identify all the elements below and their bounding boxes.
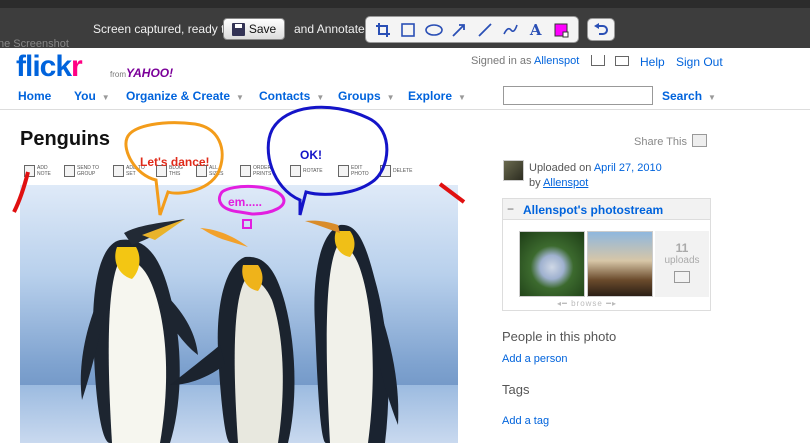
photo-title: Penguins	[20, 128, 111, 150]
pencil-icon	[338, 165, 349, 177]
color-swatch-icon[interactable]	[552, 21, 570, 39]
people-heading: People in this photo	[502, 329, 617, 344]
search-button[interactable]: Search ▼	[662, 89, 716, 103]
add-person-link[interactable]: Add a person	[502, 353, 567, 365]
crop-icon[interactable]	[374, 21, 392, 39]
browse-right-arrow-icon[interactable]: ━▸	[606, 299, 617, 308]
undo-icon	[594, 22, 608, 35]
uploaded-on-text: Uploaded on April 27, 2010	[529, 162, 662, 174]
username-link[interactable]: Allenspot	[534, 55, 579, 67]
share-icon[interactable]	[692, 134, 707, 147]
mail-icon[interactable]	[615, 56, 629, 66]
uploads-count-box[interactable]: 11 uploads	[655, 231, 709, 297]
penguin-left	[80, 219, 198, 443]
printer-icon	[240, 165, 251, 177]
and-annotate-text: and Annotate	[294, 22, 365, 36]
annotation-ok: OK!	[300, 148, 322, 162]
note-icon	[24, 165, 35, 177]
line-icon[interactable]	[476, 21, 494, 39]
thumbnail-flowers[interactable]	[519, 231, 585, 297]
uploads-count: 11	[675, 241, 689, 255]
capture-ghost-text: ne Screenshot	[0, 38, 69, 50]
annotation-lets-dance: Let's dance!	[140, 155, 210, 169]
delete-button[interactable]: DELETE	[380, 165, 417, 177]
nav-organize-create[interactable]: Organize & Create ▼	[126, 89, 244, 103]
nav-groups[interactable]: Groups ▼	[338, 89, 395, 103]
penguin-illustration	[80, 219, 399, 443]
save-button[interactable]: Save	[223, 18, 285, 40]
annotation-em: em.....	[228, 195, 263, 209]
text-icon[interactable]: A	[527, 21, 545, 39]
nav-home[interactable]: Home	[18, 89, 51, 103]
photostream-title[interactable]: Allenspot's photostream	[523, 203, 663, 217]
add-note-button[interactable]: ADD NOTE	[24, 165, 61, 177]
flickr-logo[interactable]: flickr	[16, 51, 83, 83]
uploaded-by-text: by Allenspot	[529, 177, 589, 189]
undo-button[interactable]	[587, 18, 615, 41]
tags-heading: Tags	[502, 382, 530, 397]
rotate-button[interactable]: ROTATE	[290, 165, 327, 177]
yahoo-logo[interactable]: YAHOO!	[126, 66, 173, 80]
rectangle-icon[interactable]	[399, 21, 417, 39]
edit-photo-button[interactable]: EDIT PHOTO	[338, 165, 375, 177]
uploader-link[interactable]: Allenspot	[543, 177, 588, 189]
nav-you[interactable]: You ▼	[74, 89, 110, 103]
photostream-panel: − Allenspot's photostream 11 uploads ◂━ …	[502, 198, 711, 311]
uploaded-date-link[interactable]: April 27, 2010	[594, 162, 662, 174]
main-nav: Home You ▼ Organize & Create ▼ Contacts ▼ G…	[0, 86, 810, 110]
penguin-right	[305, 220, 399, 443]
slideshow-icon	[674, 271, 690, 283]
arrow-icon[interactable]	[450, 21, 468, 39]
capture-status-text: Screen captured, ready to	[93, 22, 232, 36]
penguins-photo[interactable]	[20, 185, 458, 443]
browse-control[interactable]: ◂━ browse ━▸	[519, 299, 655, 308]
add-tag-link[interactable]: Add a tag	[502, 415, 549, 427]
share-this-link[interactable]: Share This	[634, 136, 687, 148]
search-input[interactable]	[503, 86, 653, 105]
from-text: from	[110, 70, 126, 79]
rotate-icon	[290, 165, 301, 177]
avatar[interactable]	[503, 160, 524, 181]
cart-icon[interactable]	[591, 55, 605, 66]
nav-explore[interactable]: Explore ▼	[408, 89, 466, 103]
uploads-label: uploads	[664, 255, 700, 266]
capture-toolbar: ne Screenshot Screen captured, ready to …	[0, 0, 810, 50]
delete-icon	[380, 165, 391, 177]
thumbnail-lighthouse[interactable]	[587, 231, 653, 297]
send-to-group-button[interactable]: SEND TO GROUP	[64, 165, 101, 177]
browse-left-arrow-icon[interactable]: ◂━	[557, 299, 568, 308]
ellipse-icon[interactable]	[424, 21, 443, 39]
photo-actions: ADD NOTE SEND TO GROUP ADD TO SET BLOG T…	[20, 165, 440, 185]
save-label: Save	[248, 22, 277, 36]
order-prints-button[interactable]: ORDER PRINTS	[240, 165, 277, 177]
set-icon	[113, 165, 124, 177]
group-icon	[64, 165, 75, 177]
nav-divider	[0, 109, 810, 110]
help-link[interactable]: Help	[640, 55, 665, 69]
floppy-disk-icon	[231, 22, 245, 36]
photostream-header: − Allenspot's photostream	[503, 199, 710, 220]
nav-contacts[interactable]: Contacts ▼	[259, 89, 324, 103]
collapse-icon[interactable]: −	[507, 202, 514, 216]
annotation-tools: A	[365, 16, 579, 43]
signed-in-text: Signed in as Allenspot	[471, 55, 580, 67]
sign-out-link[interactable]: Sign Out	[676, 55, 723, 69]
freehand-icon[interactable]	[501, 21, 519, 39]
